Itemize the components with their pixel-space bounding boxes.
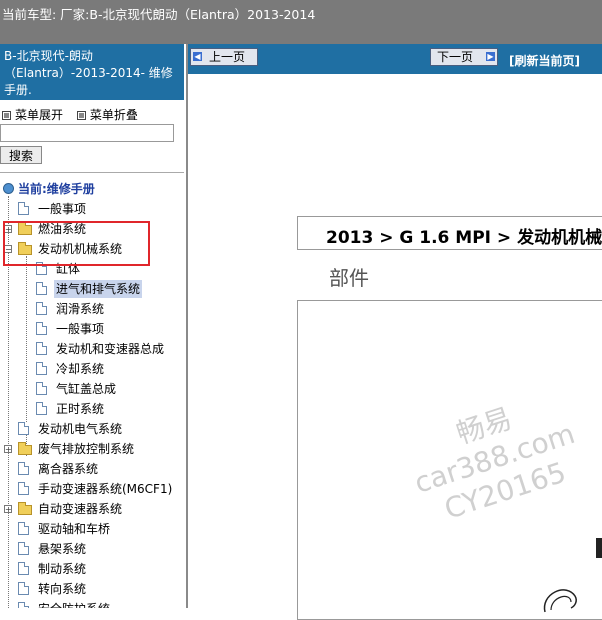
document-icon <box>36 322 47 335</box>
tree-item-label: 一般事项 <box>38 202 87 216</box>
tree-item-label: 制动系统 <box>38 562 87 576</box>
tree-item-label: 安全防护系统 <box>38 600 110 608</box>
tree-item-engine-electrical[interactable]: 发动机电气系统 <box>0 420 184 438</box>
tree-item-label: 自动变速器系统 <box>38 502 123 516</box>
figure-edge-mark <box>596 538 602 558</box>
document-icon <box>36 382 47 395</box>
document-icon <box>36 302 47 315</box>
tree-item-label: 发动机和变速器总成 <box>56 342 165 356</box>
document-icon <box>18 462 29 475</box>
menu-expand-link[interactable]: 菜单展开 <box>15 108 63 122</box>
tree-item-driveshaft-axle[interactable]: 驱动轴和车桥 <box>0 520 184 538</box>
tree-root-label: 当前:维修手册 <box>18 182 95 196</box>
tree-item-label: 润滑系统 <box>56 302 105 316</box>
tree-item-label: 发动机电气系统 <box>38 422 123 436</box>
next-page-label: 下一页 <box>437 50 474 64</box>
highlight-annotation-box <box>3 221 150 266</box>
tree-item-general[interactable]: 一般事项 <box>0 200 184 218</box>
tree-item-label: 正时系统 <box>56 402 105 416</box>
tree-item-label: 悬架系统 <box>38 542 87 556</box>
tree-item-label: 一般事项 <box>56 322 105 336</box>
tree-root-current[interactable]: 当前:维修手册 <box>0 180 184 198</box>
document-icon <box>36 342 47 355</box>
tree-item-label: 离合器系统 <box>38 462 99 476</box>
document-icon <box>18 582 29 595</box>
tree-item-manual-transmission[interactable]: 手动变速器系统(M6CF1) <box>0 480 184 498</box>
tree-item-engine-transmission-assembly[interactable]: 发动机和变速器总成 <box>0 340 184 358</box>
component-figure <box>297 300 602 620</box>
tree-item-timing[interactable]: 正时系统 <box>0 400 184 418</box>
page-nav-bar: ◀ 上一页 下一页 ▶ [刷新当前页] <box>188 44 602 74</box>
tree-item-cooling[interactable]: 冷却系统 <box>0 360 184 378</box>
tree-item-lubrication[interactable]: 润滑系统 <box>0 300 184 318</box>
breadcrumb-path: 2013 > G 1.6 MPI > 发动机机械 <box>326 228 602 248</box>
document-icon <box>18 562 29 575</box>
arrow-left-icon: ◀ <box>193 52 202 61</box>
search-input[interactable] <box>0 124 174 142</box>
divider <box>0 172 184 173</box>
collapse-icon <box>76 111 86 120</box>
manual-title-line2: （Elantra）-2013-2014- 维修 <box>4 66 173 80</box>
expand-plus-icon[interactable]: + <box>4 445 12 454</box>
folder-icon <box>18 502 32 515</box>
document-icon <box>18 522 29 535</box>
document-icon <box>18 202 29 215</box>
menu-controls: 菜单展开 菜单折叠 <box>2 106 148 123</box>
tree-item-safety-restraint[interactable]: 安全防护系统 <box>0 600 184 608</box>
tree-item-cylinder-head[interactable]: 气缸盖总成 <box>0 380 184 398</box>
tree-item-emission-control[interactable]: + 废气排放控制系统 <box>0 440 184 458</box>
tree-item-suspension[interactable]: 悬架系统 <box>0 540 184 558</box>
arrow-right-icon: ▶ <box>486 52 495 61</box>
folder-icon <box>18 442 32 455</box>
prev-page-label: 上一页 <box>209 50 246 64</box>
document-icon <box>36 282 47 295</box>
manual-root-icon <box>3 183 14 194</box>
tree-item-label: 气缸盖总成 <box>56 382 117 396</box>
search-button[interactable]: 搜索 <box>0 146 42 164</box>
tree-item-label: 废气排放控制系统 <box>38 442 135 456</box>
top-header-bar: 当前车型: 厂家:B-北京现代朗动（Elantra）2013-2014 <box>0 0 602 44</box>
prev-page-button[interactable]: ◀ 上一页 <box>190 48 258 66</box>
tree-item-clutch[interactable]: 离合器系统 <box>0 460 184 478</box>
breadcrumb: 2013 > G 1.6 MPI > 发动机机械 <box>297 216 602 250</box>
tree-item-label: 驱动轴和车桥 <box>38 522 111 536</box>
manual-title-block: B-北京现代-朗动 （Elantra）-2013-2014- 维修 手册. <box>0 44 184 100</box>
tree-item-label: 冷却系统 <box>56 362 105 376</box>
document-icon <box>36 362 47 375</box>
engine-part-drawing <box>543 589 577 613</box>
tree-item-label-selected: 进气和排气系统 <box>54 280 143 298</box>
document-icon <box>36 402 47 415</box>
expand-icon <box>2 111 11 120</box>
tree-item-steering[interactable]: 转向系统 <box>0 580 184 598</box>
document-icon <box>18 482 29 495</box>
tree-item-label: 转向系统 <box>38 582 87 596</box>
document-icon <box>18 542 29 555</box>
section-title: 部件 <box>329 266 369 290</box>
tree-item-label: 手动变速器系统(M6CF1) <box>38 482 173 496</box>
tree-item-intake-exhaust[interactable]: 进气和排气系统 <box>0 280 184 298</box>
content-pane: ◀ 上一页 下一页 ▶ [刷新当前页] 2013 > G 1.6 MPI > 发… <box>188 44 602 620</box>
left-nav-pane: B-北京现代-朗动 （Elantra）-2013-2014- 维修 手册. 菜单… <box>0 44 188 608</box>
next-page-button[interactable]: 下一页 ▶ <box>430 48 498 66</box>
tree-item-brake[interactable]: 制动系统 <box>0 560 184 578</box>
expand-plus-icon[interactable]: + <box>4 505 12 514</box>
document-icon <box>18 602 29 608</box>
tree-item-engine-general[interactable]: 一般事项 <box>0 320 184 338</box>
refresh-page-link[interactable]: [刷新当前页] <box>509 52 580 69</box>
manual-title-line1: B-北京现代-朗动 <box>4 49 93 63</box>
document-icon <box>18 422 29 435</box>
menu-collapse-link[interactable]: 菜单折叠 <box>90 108 138 122</box>
current-vehicle-title: 当前车型: 厂家:B-北京现代朗动（Elantra）2013-2014 <box>2 7 316 22</box>
tree-item-automatic-transmission[interactable]: + 自动变速器系统 <box>0 500 184 518</box>
manual-title-line3: 手册. <box>4 83 32 97</box>
